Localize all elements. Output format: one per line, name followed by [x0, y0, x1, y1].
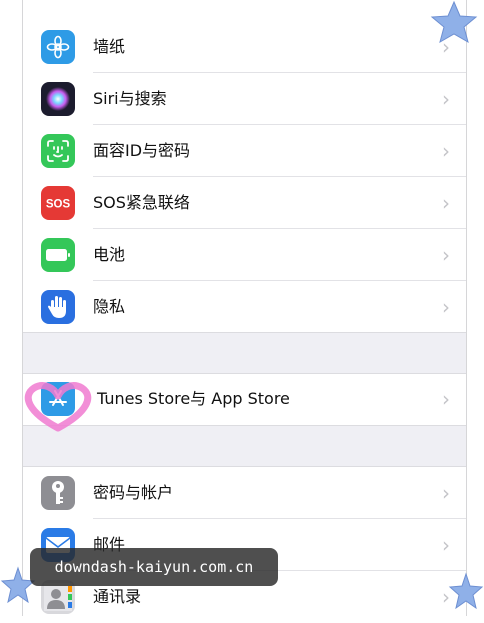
key-icon	[41, 476, 75, 510]
settings-row-privacy[interactable]: 隐私 ›	[23, 281, 466, 333]
settings-row-label: 电池	[93, 245, 126, 264]
settings-row-wallpaper[interactable]: 墙纸 ›	[23, 21, 466, 73]
star-doodle-icon	[448, 572, 484, 610]
chevron-right-icon: ›	[442, 481, 450, 505]
settings-row-label: 密码与帐户	[93, 483, 174, 502]
chevron-right-icon: ›	[442, 87, 450, 111]
settings-row-face-id[interactable]: 面容ID与密码 ›	[23, 125, 466, 177]
settings-row-sos[interactable]: SOS SOS紧急联络 ›	[23, 177, 466, 229]
chevron-right-icon: ›	[442, 387, 450, 411]
battery-icon	[41, 238, 75, 272]
settings-panel: 墙纸 › Siri与搜索 › 面容ID与密码 › SOS SOS紧急联络 › 电…	[22, 0, 467, 616]
siri-icon	[41, 82, 75, 116]
settings-row-label: Siri与搜索	[93, 89, 167, 108]
settings-row-battery[interactable]: 电池 ›	[23, 229, 466, 281]
settings-row-passwords-accounts[interactable]: 密码与帐户 ›	[23, 467, 466, 519]
chevron-right-icon: ›	[442, 191, 450, 215]
hand-icon	[41, 290, 75, 324]
settings-row-label: SOS紧急联络	[93, 193, 190, 212]
face-id-icon	[41, 134, 75, 168]
watermark: downdash-kaiyun.com.cn	[30, 548, 278, 586]
sos-icon: SOS	[41, 186, 75, 220]
chevron-right-icon: ›	[442, 243, 450, 267]
settings-row-label: 面容ID与密码	[93, 141, 191, 160]
heart-doodle-icon	[24, 382, 92, 432]
chevron-right-icon: ›	[442, 139, 450, 163]
chevron-right-icon: ›	[442, 533, 450, 557]
wallpaper-flower-icon	[41, 30, 75, 64]
settings-row-label: Tunes Store与 App Store	[97, 389, 290, 408]
section-gap	[23, 332, 466, 374]
settings-row-label: 墙纸	[93, 37, 126, 56]
star-doodle-icon	[430, 0, 478, 44]
settings-row-siri[interactable]: Siri与搜索 ›	[23, 73, 466, 125]
settings-row-label: 隐私	[93, 297, 126, 316]
chevron-right-icon: ›	[442, 295, 450, 319]
svg-text:SOS: SOS	[46, 199, 71, 211]
